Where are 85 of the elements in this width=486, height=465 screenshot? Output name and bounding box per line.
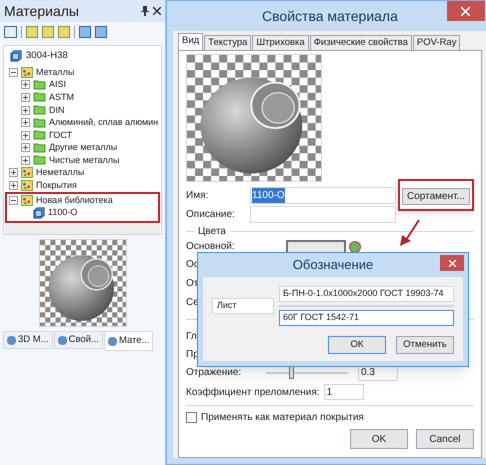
designation-field[interactable]: Б-ПН-0-1.0x1000x2000 ГОСТ 19903-74 xyxy=(279,286,454,302)
tree-item[interactable]: 1100-O xyxy=(48,207,78,218)
folder-icon xyxy=(33,80,46,90)
tree-item[interactable]: DIN xyxy=(49,104,64,116)
slider-thumb[interactable] xyxy=(289,366,294,378)
grade-field[interactable]: 60Г ГОСТ 1542-71 xyxy=(279,310,454,326)
field-label: Имя: xyxy=(186,188,210,202)
tab[interactable]: POV-Ray xyxy=(412,35,460,50)
horizontal-scrollbar[interactable] xyxy=(5,223,160,234)
folder-icon xyxy=(33,130,46,140)
cube-icon xyxy=(10,50,22,62)
tree-item[interactable]: AISI xyxy=(49,79,66,90)
tab[interactable]: Текстура xyxy=(204,35,252,50)
field-label: Основной: xyxy=(186,241,236,253)
palette-icon[interactable] xyxy=(349,241,361,253)
refraction-spinbox[interactable]: 1 xyxy=(324,384,364,400)
folder-icon xyxy=(33,155,46,166)
tab-icon xyxy=(58,336,67,344)
tree-item[interactable]: Металлы xyxy=(36,66,74,78)
panel-tab[interactable]: 3D M... xyxy=(3,331,53,349)
tab[interactable]: Физические свойства xyxy=(310,35,412,50)
material-tool-icon[interactable] xyxy=(79,26,91,38)
cancel-button[interactable]: Отменить xyxy=(396,336,454,354)
panel-title: Материалы xyxy=(4,2,79,21)
collapse-toggle[interactable] xyxy=(9,196,18,205)
tree-item[interactable]: Другие металлы xyxy=(49,142,118,154)
expand-toggle[interactable] xyxy=(21,156,30,165)
tab-icon xyxy=(7,336,16,344)
field-label: Отражение: xyxy=(186,366,242,380)
tree-item[interactable]: Чистые металлы xyxy=(49,154,120,166)
ok-button[interactable]: ОК xyxy=(328,336,386,354)
library-icon xyxy=(21,66,33,78)
folder-icon xyxy=(33,92,46,102)
ok-button[interactable]: OK xyxy=(350,429,408,449)
tree-item[interactable]: Алюминий, сплав алюмин xyxy=(49,117,158,128)
close-icon xyxy=(448,260,456,266)
folder-icon xyxy=(33,118,46,128)
expand-toggle[interactable] xyxy=(21,143,30,152)
collapse-toggle[interactable] xyxy=(9,68,18,77)
close-button[interactable] xyxy=(446,1,485,21)
panel-tab[interactable]: Свой... xyxy=(54,331,103,349)
pin-icon[interactable] xyxy=(141,6,149,16)
library-icon xyxy=(21,167,33,178)
material-tool-icon[interactable] xyxy=(95,26,107,38)
library-icon xyxy=(21,180,33,192)
panel-tab[interactable]: Мате... xyxy=(104,331,154,351)
expand-toggle[interactable] xyxy=(9,181,18,190)
current-material: 3004-H38 xyxy=(26,48,68,63)
expand-toggle[interactable] xyxy=(21,118,30,128)
tree-item[interactable]: ASTM xyxy=(49,92,74,103)
expand-toggle[interactable] xyxy=(21,130,30,140)
tab[interactable]: Штриховка xyxy=(252,35,309,50)
group-title: Цвета xyxy=(198,225,226,239)
expand-toggle[interactable] xyxy=(21,80,30,90)
field-label: Гл xyxy=(186,330,197,344)
close-icon xyxy=(461,6,470,16)
checkbox-label: Применять как материал покрытия xyxy=(201,411,364,425)
expand-toggle[interactable] xyxy=(9,168,18,178)
field-label: От xyxy=(186,277,198,291)
expand-toggle[interactable] xyxy=(21,106,30,114)
tab[interactable]: Вид xyxy=(178,33,204,50)
cube-icon xyxy=(33,206,45,219)
expand-toggle[interactable] xyxy=(21,92,30,102)
library-icon xyxy=(21,194,33,206)
close-icon[interactable] xyxy=(153,7,161,15)
close-button[interactable] xyxy=(440,255,464,271)
tree-item[interactable]: ГОСТ xyxy=(49,130,72,141)
tab-icon xyxy=(108,336,117,346)
tree-item[interactable]: Покрытия xyxy=(36,180,77,192)
toolbar-icon[interactable] xyxy=(4,26,17,38)
arrow-drawing xyxy=(399,219,421,247)
tree-item[interactable]: Неметаллы xyxy=(36,167,84,178)
checkbox[interactable] xyxy=(186,412,197,423)
cancel-button[interactable]: Cancel xyxy=(416,429,474,449)
folder-icon xyxy=(33,142,46,153)
field-label: Коэффициент преломления: xyxy=(186,386,320,400)
window-title: Свойства материала xyxy=(262,6,398,26)
tree-item[interactable]: Новая библиотека xyxy=(36,194,113,206)
name-field[interactable]: 1100-O xyxy=(250,186,396,204)
field-label: Описание: xyxy=(186,208,236,222)
description-field[interactable] xyxy=(250,206,396,223)
type-field[interactable]: Лист xyxy=(212,298,274,314)
folder-icon xyxy=(33,105,46,115)
assortment-button[interactable]: Сортамент... xyxy=(402,188,470,205)
dialog-title: Обозначение xyxy=(292,256,374,274)
